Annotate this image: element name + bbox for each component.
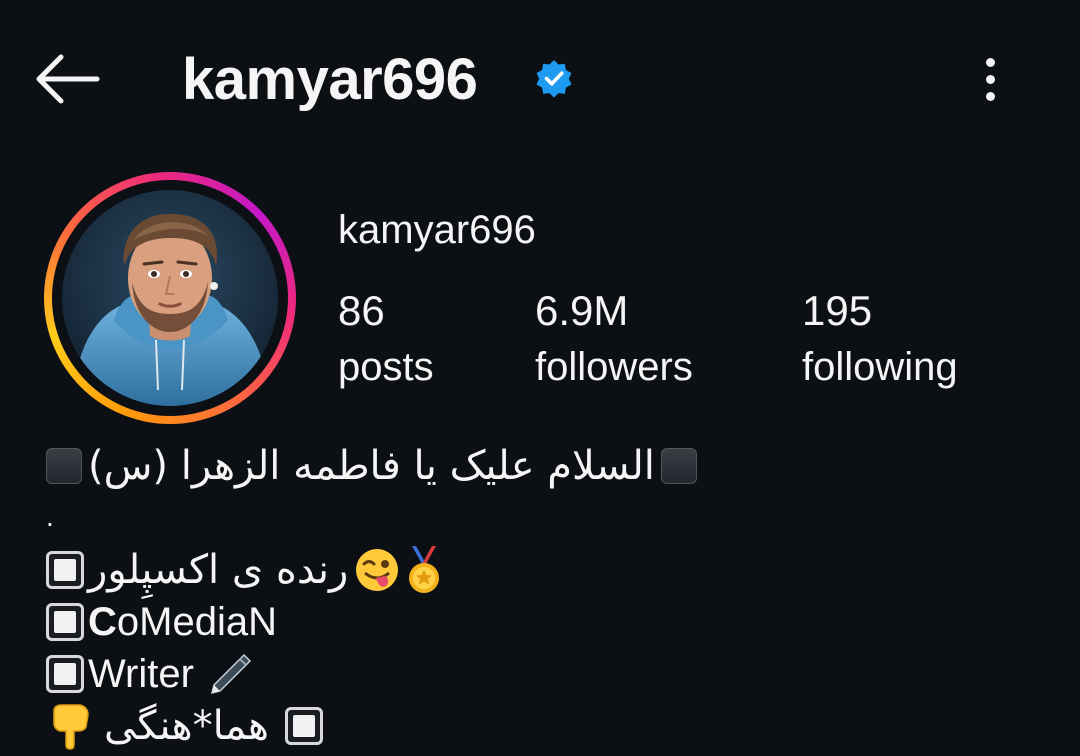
bio-line-3: رنده ی اکسپِلور: [46, 544, 444, 596]
bio-line-4-initial: C: [88, 600, 117, 644]
bio-line-5-text: Writer: [88, 652, 194, 696]
profile-username: kamyar696: [338, 208, 536, 252]
bio-line-6: هما*هنگی: [46, 700, 323, 752]
followers-count[interactable]: 6.9M followers: [535, 284, 693, 396]
following-label: following: [802, 345, 958, 389]
winking-tongue-face-icon: [356, 549, 399, 591]
back-button[interactable]: [30, 44, 106, 114]
verified-badge-icon: [536, 60, 572, 98]
white-square-icon: [285, 707, 323, 745]
bio-line-2: .: [46, 501, 54, 532]
followers-value: 6.9M: [535, 287, 629, 334]
posts-value: 86: [338, 287, 385, 334]
following-value: 195: [802, 287, 873, 334]
bio-line-6-text: هما*هنگی: [104, 703, 269, 749]
pen-icon: [210, 653, 251, 695]
bio-line-5: Writer: [46, 648, 254, 700]
bio-line-1: السلام علیک یا فاطمه الزهرا (س): [46, 440, 697, 492]
page-title: kamyar696: [182, 47, 478, 112]
bio-line-1-text: السلام علیک یا فاطمه الزهرا (س): [88, 443, 655, 489]
avatar-portrait: [62, 190, 278, 406]
posts-count[interactable]: 86 posts: [338, 284, 434, 396]
black-square-icon: [46, 448, 82, 484]
followers-label: followers: [535, 345, 693, 389]
more-options-button[interactable]: [962, 48, 1018, 110]
white-square-icon: [46, 655, 84, 693]
bio-line-3-text: رنده ی اکسپِلور: [88, 547, 349, 593]
following-count[interactable]: 195 following: [802, 284, 958, 396]
pointing-down-hand-icon: [53, 704, 89, 750]
arrow-left-icon: [36, 54, 100, 104]
black-square-icon: [660, 448, 697, 484]
avatar: [62, 190, 278, 406]
more-vertical-icon: [985, 57, 995, 67]
white-square-icon: [46, 551, 84, 589]
profile-page: kamyar696 kamyar696 86 posts 6.9M follow…: [0, 0, 1080, 756]
avatar-story-ring[interactable]: [44, 172, 296, 424]
bio-line-4: CoMediaN: [46, 596, 277, 648]
white-square-icon: [46, 603, 84, 641]
bio-line-4-text: oMediaN: [116, 600, 277, 644]
posts-label: posts: [338, 345, 434, 389]
medal-icon: [409, 546, 440, 593]
